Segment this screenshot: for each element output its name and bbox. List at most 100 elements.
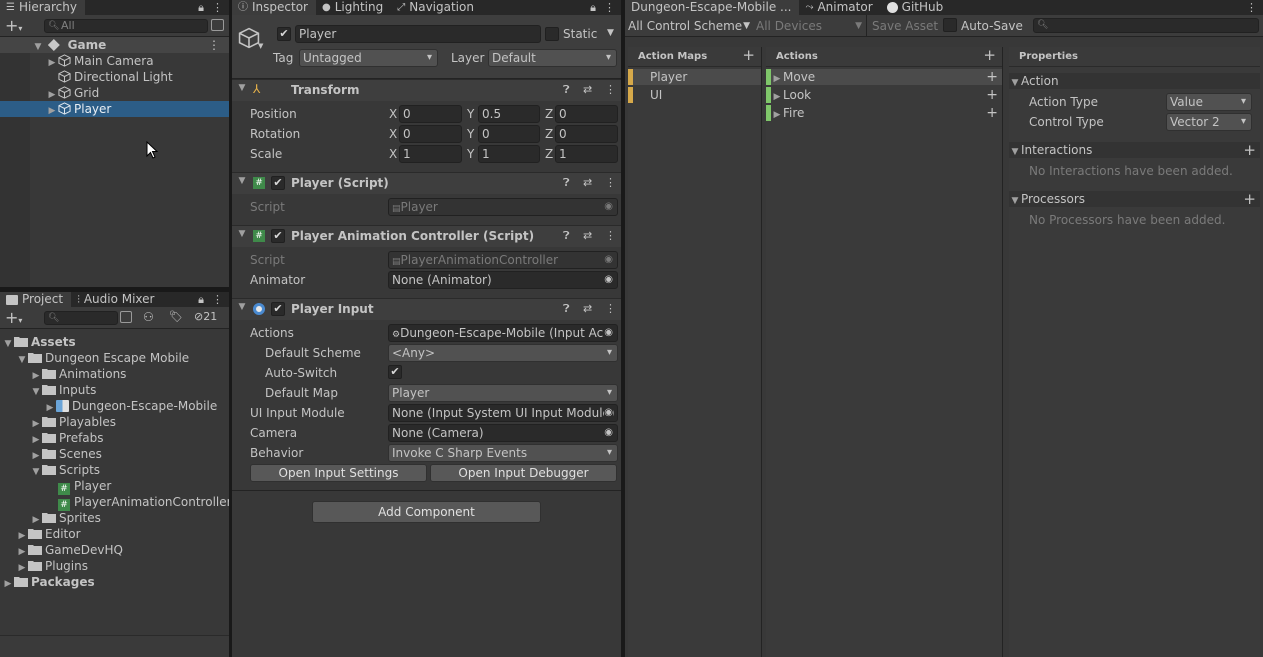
tree-scenes[interactable]: ▶ Scenes	[0, 446, 229, 462]
filter-label-icon[interactable]: 🏷︎	[169, 310, 183, 323]
preset-icon[interactable]: ⇄	[583, 229, 592, 242]
animator-field[interactable]: None (Animator) ◉	[388, 271, 618, 289]
help-icon[interactable]: ❓︎	[563, 176, 570, 190]
hierarchy-item-main-camera[interactable]: ▶ Main Camera	[0, 53, 229, 69]
tree-assets[interactable]: ▼ Assets	[0, 334, 229, 350]
chevron-right-icon[interactable]: ▶	[771, 107, 783, 123]
create-plus-icon[interactable]: +▾	[5, 308, 22, 327]
object-picker-icon[interactable]: ◉	[604, 405, 613, 421]
more-icon[interactable]: ⋮	[605, 83, 616, 96]
rotation-z-field[interactable]: 0	[555, 125, 618, 143]
object-picker-icon[interactable]: ◉	[604, 425, 613, 441]
preset-icon[interactable]: ⇄	[583, 302, 592, 315]
hidden-packages-icon[interactable]: ⊘21	[194, 310, 217, 323]
tree-scripts[interactable]: ▼ Scripts	[0, 462, 229, 478]
ui-input-module-field[interactable]: None (Input System UI Input Module) ◉	[388, 404, 618, 422]
action-look[interactable]: ▶ Look +	[766, 87, 1002, 103]
tab-hierarchy[interactable]: ☰ Hierarchy	[0, 0, 85, 15]
transform-header[interactable]: ▼ ⅄ Transform ❓︎ ⇄ ⋮	[232, 79, 621, 101]
tree-gamedevhq[interactable]: ▶ GameDevHQ	[0, 542, 229, 558]
tree-animations[interactable]: ▶ Animations	[0, 366, 229, 382]
chevron-down-icon[interactable]: ▼	[258, 42, 263, 50]
hierarchy-item-directional-light[interactable]: Directional Light	[0, 69, 229, 85]
active-checkbox[interactable]: ✔	[277, 27, 291, 41]
hierarchy-search-input[interactable]: 🔍︎ All	[44, 19, 208, 33]
tab-navigation[interactable]: ⤢ Navigation	[391, 0, 482, 15]
behavior-dropdown[interactable]: Invoke C Sharp Events	[388, 444, 618, 462]
tree-editor[interactable]: ▶ Editor	[0, 526, 229, 542]
devices-dropdown[interactable]: All Devices ▼	[756, 18, 862, 34]
auto-save-checkbox[interactable]	[943, 18, 957, 32]
more-icon[interactable]: ⋮	[605, 302, 616, 315]
add-binding-icon[interactable]: +	[986, 87, 998, 103]
chevron-right-icon[interactable]: ▶	[771, 89, 783, 105]
search-scope-icon[interactable]	[120, 311, 132, 323]
anim-script-enabled-checkbox[interactable]: ✔	[271, 229, 285, 243]
tab-lighting[interactable]: ● Lighting	[316, 0, 391, 15]
open-input-settings-button[interactable]: Open Input Settings	[250, 464, 427, 482]
add-action-map-icon[interactable]: +	[742, 46, 755, 64]
help-icon[interactable]: ❓︎	[563, 302, 570, 316]
player-input-header[interactable]: ▼ ✔ Player Input ❓︎ ⇄ ⋮	[232, 298, 621, 320]
filter-type-icon[interactable]: ⚇	[143, 310, 154, 324]
default-map-dropdown[interactable]: Player	[388, 384, 618, 402]
position-x-field[interactable]: 0	[399, 105, 462, 123]
lock-icon[interactable]: 🔒︎	[198, 0, 204, 15]
more-icon[interactable]: ⋮	[605, 229, 616, 242]
processors-section-header[interactable]: ▼ Processors +	[1009, 191, 1260, 207]
tree-script-player[interactable]: # Player	[0, 478, 229, 495]
control-schemes-dropdown[interactable]: All Control Schemes ▼	[628, 18, 750, 34]
add-binding-icon[interactable]: +	[986, 105, 998, 121]
preset-icon[interactable]: ⇄	[583, 83, 592, 96]
layer-dropdown[interactable]: Default	[488, 49, 617, 67]
open-input-debugger-button[interactable]: Open Input Debugger	[430, 464, 617, 482]
help-icon[interactable]: ❓︎	[563, 83, 570, 97]
hierarchy-item-player[interactable]: ▶ Player	[0, 101, 229, 117]
tab-github[interactable]: GitHub	[881, 0, 952, 15]
tree-inputs[interactable]: ▼ Inputs	[0, 382, 229, 398]
chevron-right-icon[interactable]: ▶	[46, 103, 58, 119]
project-search-input[interactable]: 🔍︎	[44, 311, 118, 325]
add-action-icon[interactable]: +	[983, 46, 996, 64]
position-z-field[interactable]: 0	[555, 105, 618, 123]
chevron-down-icon[interactable]: ▼	[236, 176, 248, 186]
position-y-field[interactable]: 0.5	[478, 105, 540, 123]
scale-x-field[interactable]: 1	[399, 145, 462, 163]
more-icon[interactable]: ⋮	[1246, 0, 1257, 15]
chevron-down-icon[interactable]: ▼	[236, 229, 248, 239]
chevron-right-icon[interactable]: ▶	[771, 71, 783, 87]
interactions-section-header[interactable]: ▼ Interactions +	[1009, 142, 1260, 158]
more-icon[interactable]: ⋮	[208, 37, 220, 53]
action-fire[interactable]: ▶ Fire +	[766, 105, 1002, 121]
object-picker-icon[interactable]: ◉	[604, 272, 613, 288]
more-icon[interactable]: ⋮	[605, 176, 616, 189]
hierarchy-item-grid[interactable]: ▶ Grid	[0, 85, 229, 101]
default-scheme-dropdown[interactable]: <Any>	[388, 344, 618, 362]
object-picker-icon[interactable]: ◉	[604, 325, 613, 341]
create-plus-icon[interactable]: +▾	[5, 16, 22, 35]
object-name-field[interactable]: Player	[295, 25, 541, 43]
scale-z-field[interactable]: 1	[555, 145, 618, 163]
tag-dropdown[interactable]: Untagged	[299, 49, 438, 67]
tree-dungeon-escape-mobile[interactable]: ▼ Dungeon Escape Mobile	[0, 350, 229, 366]
tree-packages[interactable]: ▶ Packages	[0, 574, 229, 590]
lock-icon[interactable]: 🔒︎	[198, 292, 204, 307]
tab-animator[interactable]: ⤳ Animator	[799, 0, 880, 15]
tab-input-asset[interactable]: Dungeon-Escape-Mobile ...	[625, 0, 800, 15]
action-map-player[interactable]: Player	[628, 69, 761, 85]
add-interaction-icon[interactable]: +	[1243, 142, 1256, 158]
chevron-down-icon[interactable]: ▼	[607, 28, 614, 38]
more-icon[interactable]: ⋮	[212, 292, 223, 307]
action-section-header[interactable]: ▼ Action	[1009, 73, 1260, 89]
tab-project[interactable]: Project	[0, 292, 72, 307]
tab-audio-mixer[interactable]: ⫶ Audio Mixer	[71, 292, 162, 307]
tab-inspector[interactable]: ⓘ Inspector	[232, 0, 316, 15]
help-icon[interactable]: ❓︎	[563, 229, 570, 243]
rotation-x-field[interactable]: 0	[399, 125, 462, 143]
chevron-down-icon[interactable]: ▼	[236, 302, 248, 312]
actions-search-input[interactable]: 🔍︎	[1033, 18, 1259, 33]
rotation-y-field[interactable]: 0	[478, 125, 540, 143]
scale-y-field[interactable]: 1	[478, 145, 540, 163]
camera-field[interactable]: None (Camera) ◉	[388, 424, 618, 442]
more-icon[interactable]: ⋮	[604, 0, 615, 15]
